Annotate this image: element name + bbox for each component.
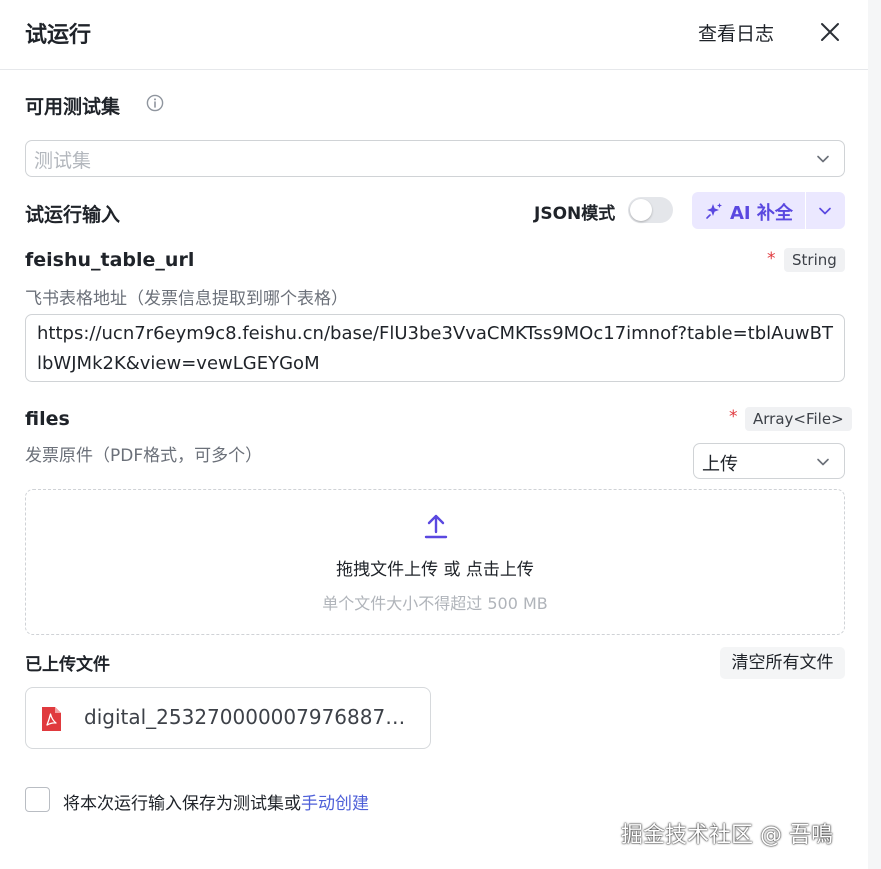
uploaded-files-label: 已上传文件 (25, 655, 110, 675)
uploaded-file-name: digital_253270000007976887… (84, 705, 406, 729)
run-input-label: 试运行输入 (25, 204, 121, 226)
ai-options-dropdown[interactable] (806, 192, 845, 229)
sparkle-icon (706, 203, 722, 219)
field-desc-feishu-table-url: 飞书表格地址（发票信息提取到哪个表格） (25, 289, 348, 309)
ai-complete-label: AI 补全 (730, 203, 793, 224)
type-tag-array-file: Array<File> (745, 407, 852, 431)
required-mark: * (767, 249, 776, 269)
save-as-testset-text: 将本次运行输入保存为测试集或手动创建 (63, 789, 369, 814)
scrollbar-track[interactable] (868, 0, 881, 869)
type-tag-string: String (784, 248, 845, 272)
chevron-down-icon (817, 155, 829, 163)
save-as-testset-label: 将本次运行输入保存为测试集或 (63, 794, 301, 814)
testset-placeholder: 测试集 (34, 150, 92, 172)
pdf-file-icon (42, 707, 61, 731)
chevron-down-icon (819, 207, 831, 215)
upload-icon (424, 514, 448, 539)
save-as-testset-checkbox[interactable] (25, 787, 50, 812)
required-mark: * (729, 407, 738, 427)
uploaded-file-item[interactable]: digital_253270000007976887… (25, 687, 431, 749)
drag-upload-text: 拖拽文件上传 (336, 560, 439, 580)
files-mode-value: 上传 (702, 454, 738, 475)
close-icon[interactable] (819, 21, 841, 43)
click-upload-link[interactable]: 点击上传 (466, 560, 534, 580)
watermark: 掘金技术社区 @ 吾鳴 (621, 823, 833, 848)
toggle-knob (630, 199, 652, 221)
field-name-feishu-table-url: feishu_table_url (25, 249, 195, 271)
view-logs-button[interactable]: 查看日志 (698, 19, 774, 46)
info-icon[interactable] (146, 94, 164, 112)
manual-create-link[interactable]: 手动创建 (301, 794, 369, 814)
test-run-panel: 试运行 查看日志 可用测试集 测试集 试运行输入 JSON模式 AI 补全 fe… (0, 0, 868, 869)
chevron-down-icon (817, 458, 829, 466)
testset-label: 可用测试集 (25, 96, 121, 118)
feishu-table-url-input[interactable]: https://ucn7r6eym9c8.feishu.cn/base/FlU3… (25, 314, 845, 382)
field-name-files: files (25, 408, 70, 430)
json-mode-label: JSON模式 (534, 204, 616, 224)
panel-title: 试运行 (25, 23, 92, 48)
panel-header: 试运行 查看日志 (0, 0, 868, 70)
field-desc-files: 发票原件（PDF格式，可多个） (25, 446, 263, 466)
testset-select[interactable]: 测试集 (25, 140, 845, 177)
dropzone-hint: 单个文件大小不得超过 500 MB (322, 594, 548, 613)
dropzone-or: 或 (438, 560, 466, 580)
clear-all-files-button[interactable]: 清空所有文件 (720, 647, 845, 679)
file-dropzone[interactable]: 拖拽文件上传 或 点击上传 单个文件大小不得超过 500 MB (25, 489, 845, 635)
dropzone-text: 拖拽文件上传 或 点击上传 (26, 555, 844, 580)
ai-complete-button[interactable]: AI 补全 (692, 192, 805, 229)
files-mode-select[interactable]: 上传 (693, 443, 845, 479)
json-mode-toggle[interactable] (628, 197, 673, 223)
